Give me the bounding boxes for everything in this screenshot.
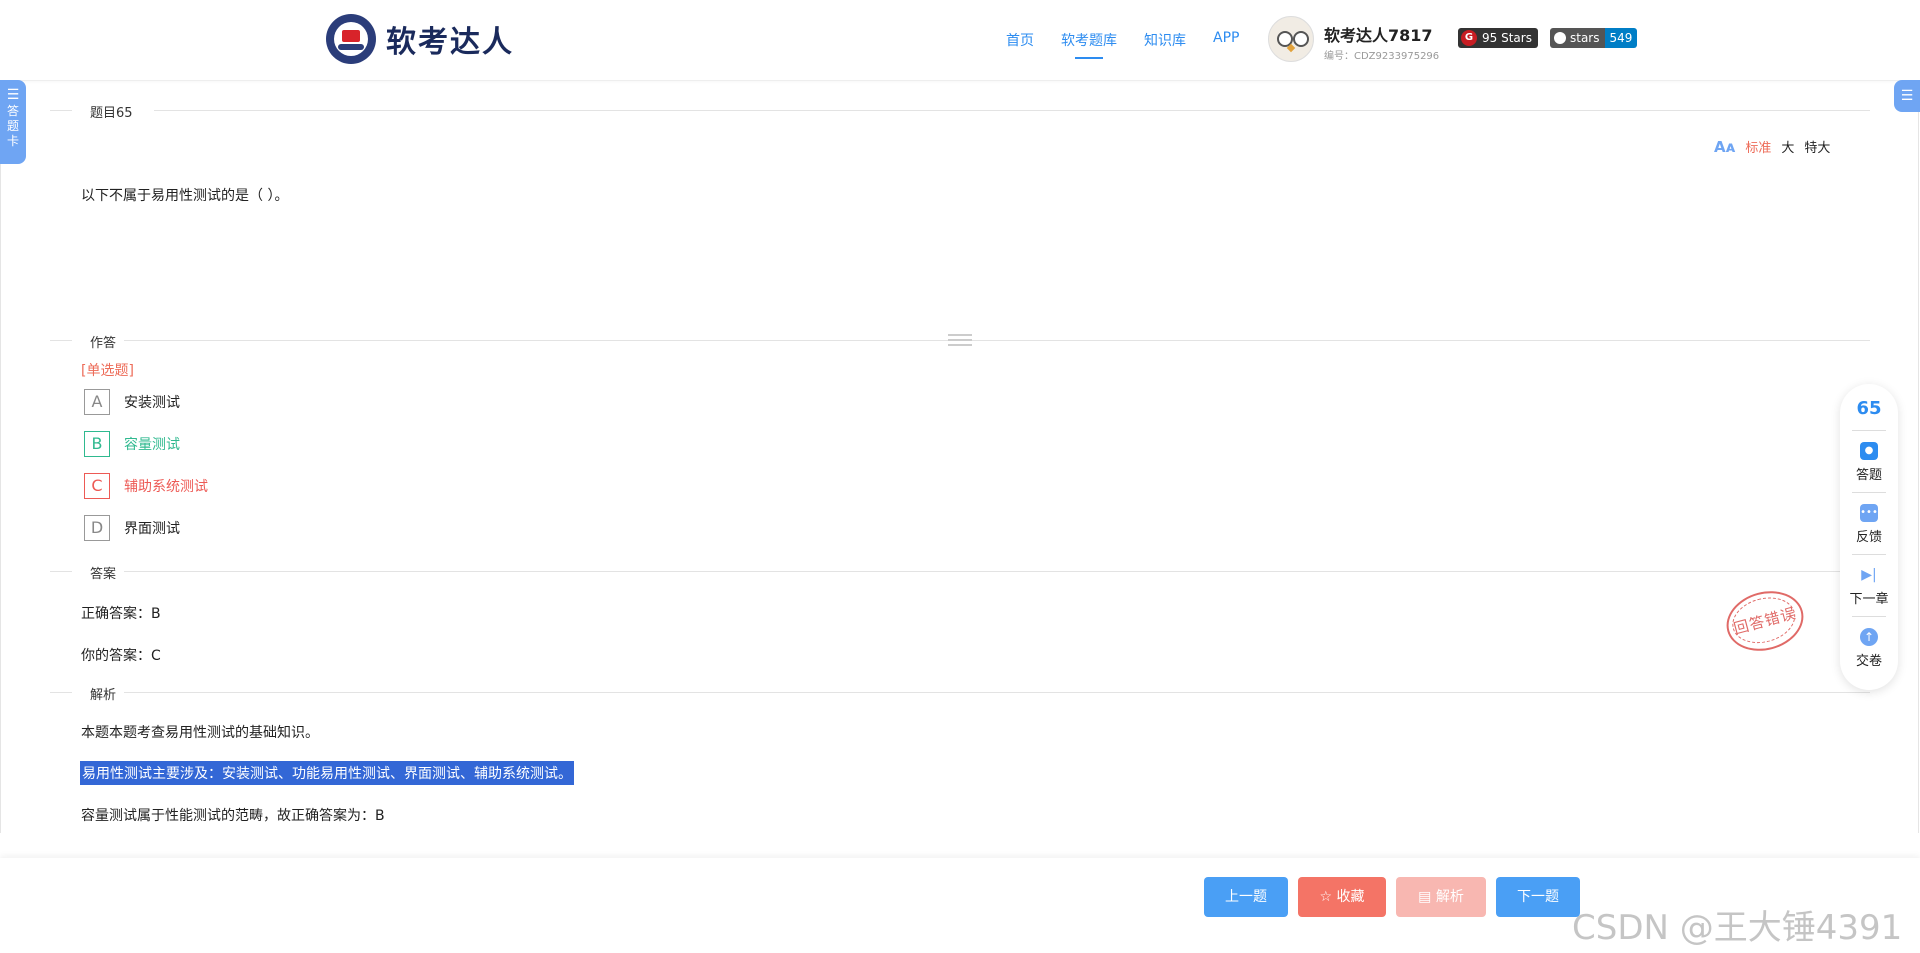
- main-nav: 首页 软考题库 知识库 APP: [1006, 30, 1239, 59]
- section-analysis-label: 解析: [90, 688, 117, 703]
- next-question-button[interactable]: 下一题: [1496, 877, 1580, 917]
- correct-answer: 正确答案：B: [81, 606, 161, 622]
- section-answer-label: 答案: [90, 567, 117, 582]
- option-d[interactable]: D 界面测试: [84, 515, 180, 541]
- font-size-control: Aᴀ 标准 大 特大: [1714, 137, 1830, 157]
- github-icon: [1554, 32, 1566, 44]
- github-stars-badge[interactable]: stars 549: [1550, 28, 1638, 48]
- analysis-button[interactable]: ▤ 解析: [1396, 877, 1486, 917]
- avatar[interactable]: [1268, 16, 1314, 62]
- logo-icon: [326, 14, 376, 64]
- document-icon: ▤: [1418, 889, 1436, 905]
- right-menu-tab[interactable]: ☰: [1894, 80, 1920, 112]
- side-next-chapter-button[interactable]: ▶| 下一章: [1840, 566, 1898, 607]
- feedback-icon: •••: [1860, 504, 1878, 522]
- list-icon: ☰: [6, 87, 20, 103]
- question-type: [单选题]: [81, 363, 134, 379]
- side-answer-button[interactable]: ● 答题: [1840, 442, 1898, 483]
- answer-card-tab[interactable]: ☰ 答题卡: [0, 80, 26, 164]
- section-answer: 答案: [50, 561, 1870, 582]
- question-text: 以下不属于易用性测试的是（ ）。: [81, 188, 289, 204]
- option-c[interactable]: C 辅助系统测试: [84, 473, 208, 499]
- content-right-border: [1918, 80, 1919, 833]
- side-toolbar: 65 ● 答题 ••• 反馈 ▶| 下一章 ↑ 交卷: [1840, 384, 1898, 690]
- your-answer: 你的答案：C: [81, 648, 161, 664]
- nav-question-bank[interactable]: 软考题库: [1061, 30, 1117, 59]
- section-question-label: 题目65: [90, 106, 133, 121]
- current-question-number: 65: [1856, 398, 1882, 419]
- section-question: 题目65: [50, 100, 1870, 121]
- section-analysis: 解析: [50, 682, 1870, 703]
- option-b[interactable]: B 容量测试: [84, 431, 180, 457]
- csdn-watermark: CSDN @王大锤4391: [1572, 908, 1903, 948]
- option-text: 辅助系统测试: [124, 479, 208, 495]
- option-a[interactable]: A 安装测试: [84, 389, 180, 415]
- analysis-line-2-selected: 易用性测试主要涉及：安装测试、功能易用性测试、界面测试、辅助系统测试。: [80, 761, 574, 785]
- list-icon: ☰: [1900, 88, 1914, 104]
- option-letter: B: [84, 431, 110, 457]
- analysis-line-3: 容量测试属于性能测试的范畴，故正确答案为：B: [81, 808, 385, 824]
- answer-icon: ●: [1860, 442, 1878, 460]
- nav-app[interactable]: APP: [1213, 30, 1239, 50]
- side-submit-button[interactable]: ↑ 交卷: [1840, 628, 1898, 669]
- analysis-line-1: 本题本题考查易用性测试的基础知识。: [81, 725, 319, 741]
- gitee-stars-badge[interactable]: G 95 Stars: [1458, 28, 1538, 48]
- arrow-up-icon: ↑: [1860, 628, 1878, 646]
- option-text: 容量测试: [124, 437, 180, 453]
- option-letter: D: [84, 515, 110, 541]
- option-letter: A: [84, 389, 110, 415]
- site-logo[interactable]: 软考达人: [326, 14, 514, 64]
- user-id: 编号：CDZ9233975296: [1324, 51, 1440, 62]
- gitee-icon: G: [1461, 30, 1477, 46]
- content-left-border: [0, 80, 1, 833]
- font-size-xlarge[interactable]: 特大: [1804, 137, 1830, 156]
- skip-next-icon: ▶|: [1861, 567, 1877, 583]
- prev-question-button[interactable]: 上一题: [1204, 877, 1288, 917]
- wrong-answer-stamp: 回答错误: [1719, 582, 1811, 660]
- favorite-button[interactable]: ☆ 收藏: [1298, 877, 1386, 917]
- font-size-icon: Aᴀ: [1714, 137, 1736, 156]
- font-size-large[interactable]: 大: [1781, 137, 1794, 156]
- side-feedback-button[interactable]: ••• 反馈: [1840, 504, 1898, 545]
- font-size-standard[interactable]: 标准: [1745, 137, 1771, 156]
- option-letter: C: [84, 473, 110, 499]
- nav-home[interactable]: 首页: [1006, 30, 1034, 50]
- nav-knowledge-base[interactable]: 知识库: [1144, 30, 1186, 50]
- section-answer-area-label: 作答: [90, 336, 117, 351]
- option-text: 安装测试: [124, 395, 180, 411]
- option-text: 界面测试: [124, 521, 180, 537]
- user-name[interactable]: 软考达人7817: [1324, 22, 1433, 46]
- resize-handle[interactable]: [948, 331, 972, 347]
- top-header: 软考达人 首页 软考题库 知识库 APP 软考达人7817 编号：CDZ9233…: [0, 0, 1920, 81]
- star-icon: ☆: [1319, 889, 1337, 905]
- logo-text: 软考达人: [386, 25, 514, 60]
